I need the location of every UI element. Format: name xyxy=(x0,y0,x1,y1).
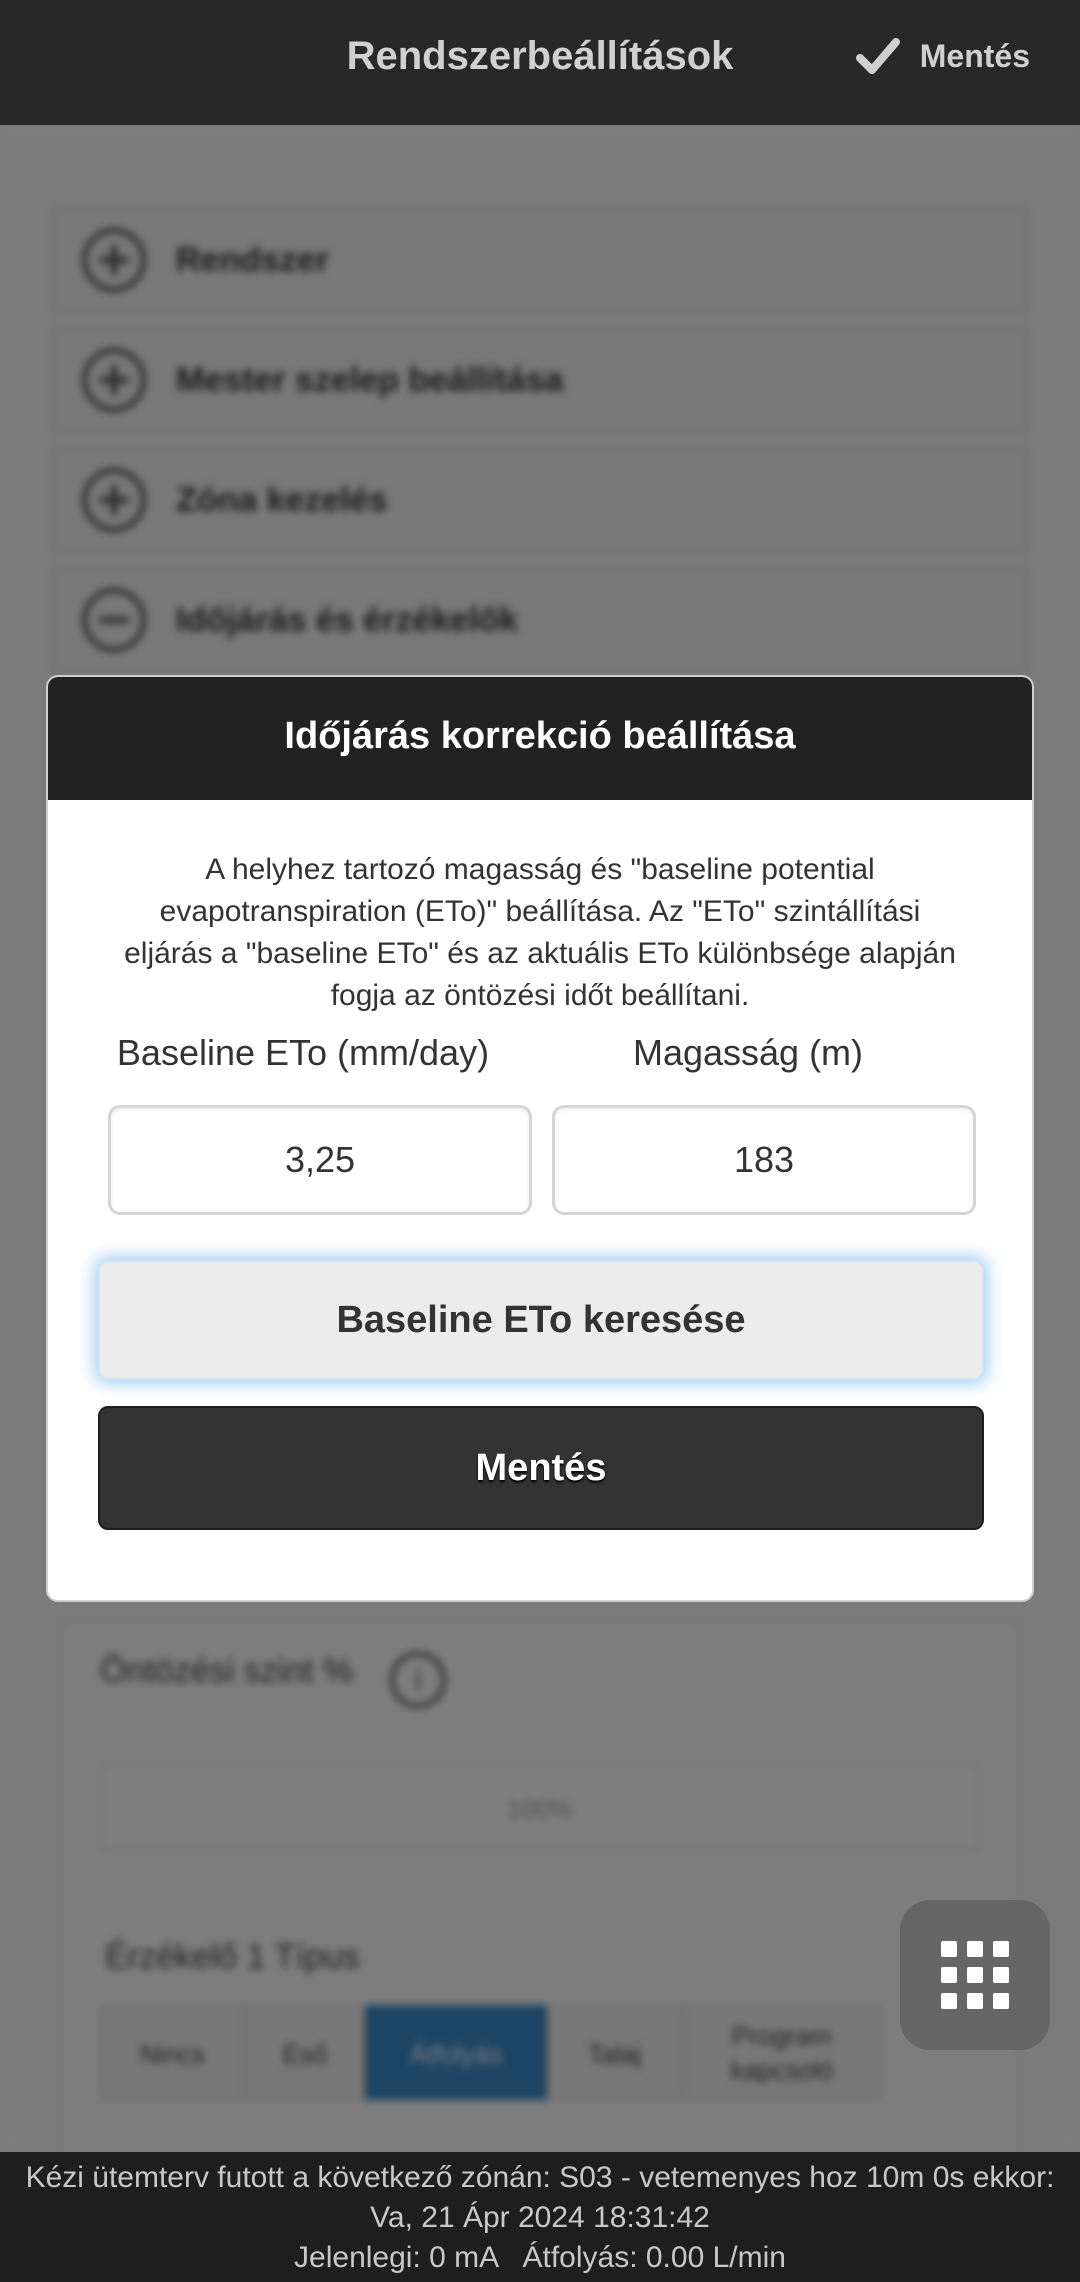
check-icon xyxy=(855,38,900,74)
weather-correction-dialog: Időjárás korrekció beállítása A helyhez … xyxy=(46,675,1034,1602)
status-footer: Kézi ütemterv futott a következő zónán: … xyxy=(0,2152,1080,2282)
app-header: Rendszerbeállítások Mentés xyxy=(0,0,1080,125)
dialog-title: Időjárás korrekció beállítása xyxy=(48,677,1032,800)
dialog-save-button[interactable]: Mentés xyxy=(98,1406,984,1530)
eto-label: Baseline ETo (mm/day) xyxy=(116,1032,490,1073)
grid-menu-button[interactable] xyxy=(900,1900,1050,2050)
grid-icon xyxy=(941,1941,957,1957)
find-baseline-eto-button[interactable]: Baseline ETo keresése xyxy=(98,1260,984,1380)
header-save-label: Mentés xyxy=(919,37,1030,74)
eto-input[interactable]: 3,25 xyxy=(108,1105,532,1215)
status-line-datetime: Va, 21 Ápr 2024 18:31:42 xyxy=(370,2201,710,2234)
status-line-readings: Jelenlegi: 0 mA Átfolyás: 0.00 L/min xyxy=(294,2241,786,2274)
status-line-schedule: Kézi ütemterv futott a következő zónán: … xyxy=(25,2161,1055,2194)
header-save-button[interactable]: Mentés xyxy=(854,32,1030,80)
dialog-description: A helyhez tartozó magasság és "baseline … xyxy=(124,853,956,1012)
elevation-input[interactable]: 183 xyxy=(552,1105,976,1215)
elevation-label: Magasság (m) xyxy=(632,1032,864,1073)
